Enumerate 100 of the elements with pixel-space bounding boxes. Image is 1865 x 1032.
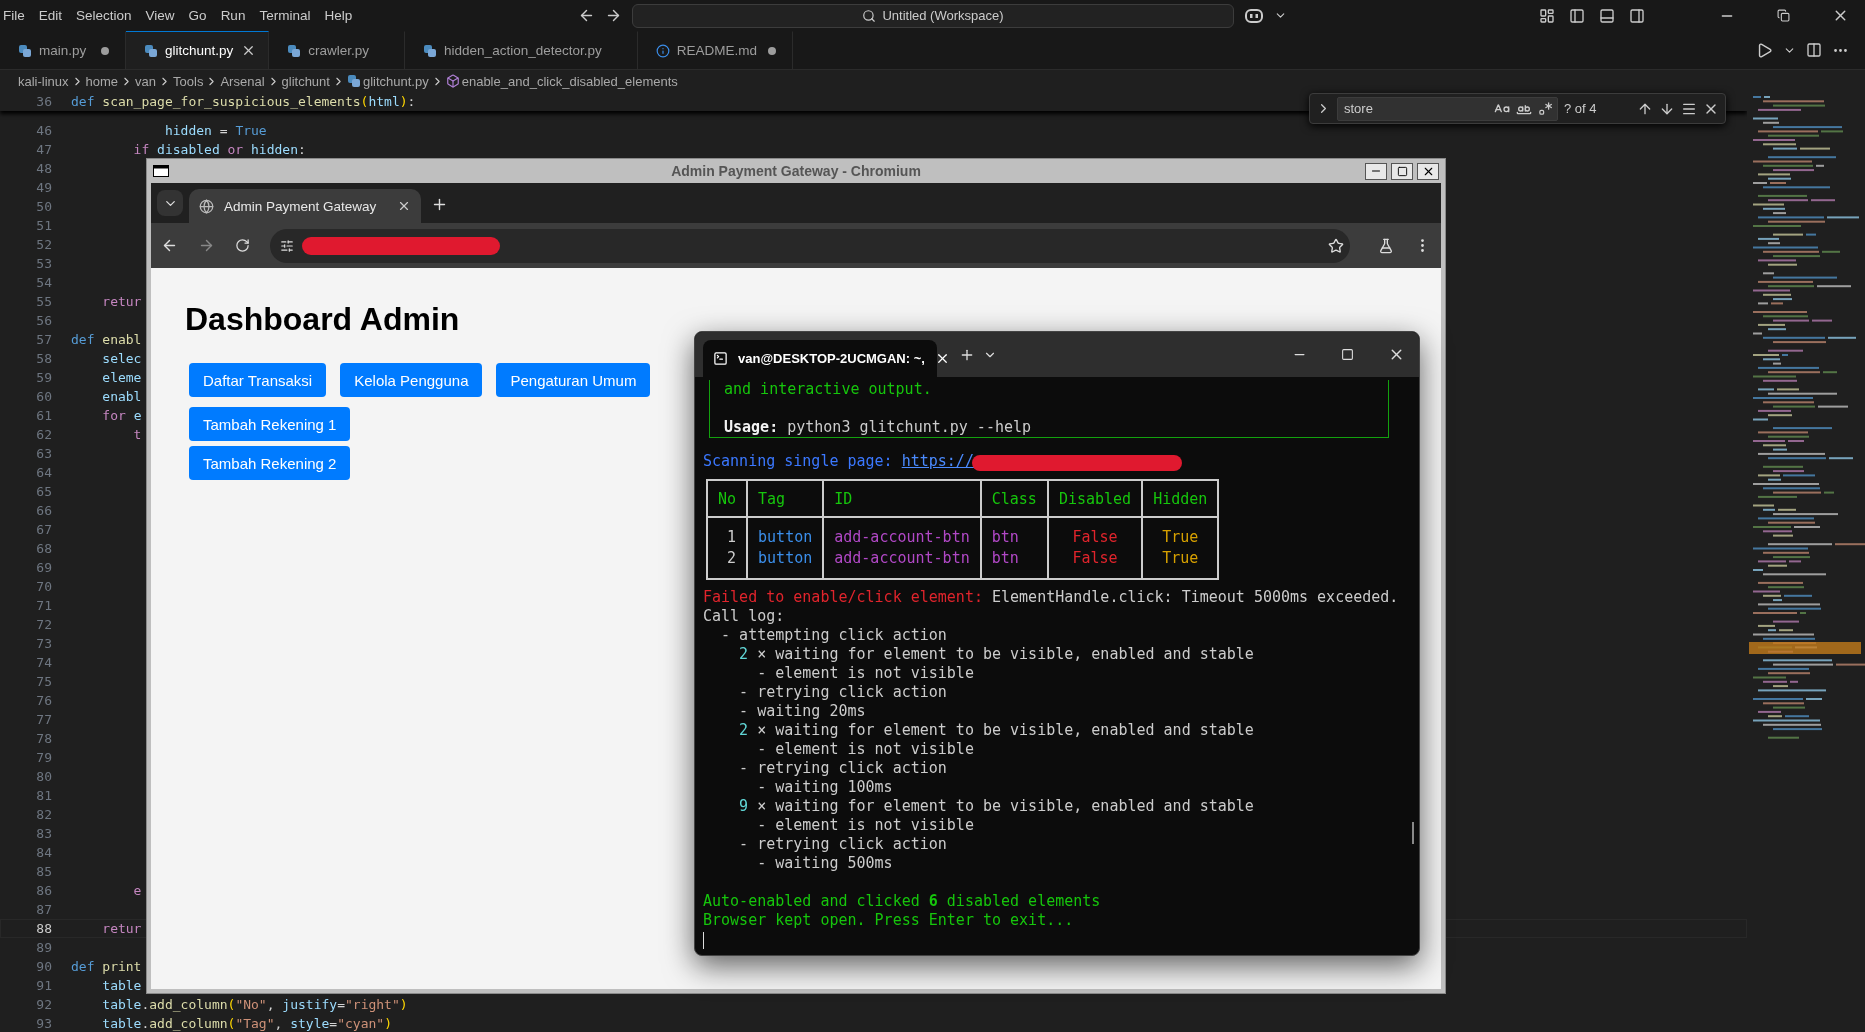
table-cell: True — [1142, 517, 1219, 548]
line-number: 48 — [35, 161, 52, 176]
forward-arrow-icon[interactable] — [605, 7, 622, 24]
line-number: 51 — [35, 218, 52, 233]
menu-item[interactable]: View — [138, 8, 182, 23]
line-number: 52 — [35, 237, 52, 252]
line-number: 70 — [35, 579, 52, 594]
line-number: 47 — [35, 142, 52, 157]
table-cell: True — [1142, 548, 1219, 579]
line-number: 67 — [35, 522, 52, 537]
breadcrumb[interactable]: Tools — [173, 73, 204, 89]
page-button[interactable]: Tambah Rekening 1 — [189, 407, 351, 441]
line-number: 49 — [35, 180, 52, 195]
table-cell: button — [747, 517, 824, 548]
breadcrumb[interactable]: kali-linux — [18, 73, 69, 89]
line-number: 91 — [35, 978, 52, 993]
restore-icon[interactable] — [1777, 9, 1790, 22]
terminal-text: 2 — [738, 721, 749, 740]
command-center-field[interactable]: Untitled (Workspace) — [632, 3, 1234, 28]
line-number: 87 — [35, 902, 52, 917]
table-cell: btn — [980, 548, 1048, 579]
back-arrow-icon[interactable] — [578, 7, 595, 24]
terminal-text: - retrying click action — [738, 683, 947, 702]
flask-icon[interactable] — [1378, 237, 1394, 254]
breadcrumb[interactable]: home — [85, 73, 119, 89]
star-icon[interactable] — [1328, 237, 1344, 254]
page-button[interactable]: Tambah Rekening 2 — [189, 446, 351, 480]
minimize-button[interactable] — [1365, 162, 1387, 180]
copilot-icon[interactable] — [1244, 7, 1264, 24]
code-text: table — [101, 978, 142, 993]
code-text: table.add_column("No", justify="right") — [101, 997, 408, 1012]
page-button[interactable]: Kelola Pengguna — [340, 363, 483, 397]
code-text: hidden = True — [163, 123, 267, 138]
tab-search-button[interactable] — [157, 190, 183, 216]
link[interactable]: https:// — [901, 452, 974, 471]
menu-item[interactable]: Edit — [31, 8, 70, 23]
tab-label: README.md — [676, 43, 757, 58]
line-number: 65 — [35, 484, 52, 499]
breadcrumb[interactable]: van — [135, 73, 157, 89]
find-field[interactable]: store — [1337, 96, 1558, 121]
menu-item[interactable]: File — [0, 8, 32, 23]
tab-label: glitchunt.py — [165, 43, 234, 58]
split-editor-icon[interactable] — [1806, 42, 1822, 58]
python-file-icon — [287, 43, 302, 58]
terminal-text: 9 — [738, 797, 749, 816]
tab-label: crawler.py — [308, 43, 370, 58]
terminal-text: Auto-enabled and clicked — [703, 892, 921, 911]
menu-item[interactable]: Run — [213, 8, 253, 23]
menu-item[interactable]: Selection — [69, 8, 139, 23]
terminal-text: - element is not visible — [756, 664, 974, 683]
terminal-text: - element is not visible — [756, 816, 974, 835]
table-cell: False — [1047, 548, 1143, 579]
line-number: 55 — [35, 294, 52, 309]
close-button[interactable] — [1417, 162, 1439, 180]
regex-icon[interactable] — [1537, 101, 1553, 116]
tab-label: hidden_action_detector.py — [444, 43, 602, 58]
python-file-icon — [346, 74, 361, 88]
page-heading: Dashboard Admin — [185, 301, 461, 338]
panel-left-icon[interactable] — [1569, 7, 1585, 24]
line-number: 85 — [35, 864, 52, 879]
run-icon[interactable] — [1756, 41, 1773, 59]
python-file-icon — [144, 43, 158, 58]
table-cell: 2 — [707, 548, 748, 579]
line-number: 81 — [35, 788, 52, 803]
column-header: No — [707, 480, 748, 517]
breadcrumb[interactable]: Arsenal — [220, 73, 265, 89]
menu-item[interactable]: Help — [317, 8, 360, 23]
browser-tab[interactable]: Admin Payment Gateway — [189, 189, 421, 223]
tab-title: Admin Payment Gateway — [224, 198, 378, 214]
page-button[interactable]: Pengaturan Umum — [496, 363, 651, 397]
new-tab-icon[interactable] — [431, 196, 448, 213]
layout-icon[interactable] — [1539, 7, 1555, 24]
menu-item[interactable]: Terminal — [252, 8, 318, 23]
line-number: 66 — [35, 503, 52, 518]
site-info-icon[interactable] — [280, 238, 294, 253]
panel-bottom-icon[interactable] — [1599, 7, 1615, 24]
editor-tab[interactable]: glitchunt.py — [126, 31, 270, 69]
breadcrumb[interactable]: enable_and_click_disabled_elements — [461, 73, 678, 89]
reload-icon[interactable] — [235, 238, 250, 253]
code-text: def enabl — [70, 332, 142, 347]
page-button[interactable]: Daftar Transaksi — [189, 363, 327, 397]
menu-item[interactable]: Go — [181, 8, 214, 23]
code-text: retur — [101, 294, 142, 309]
line-number: 53 — [35, 256, 52, 271]
terminal-text: ElementHandle.click: Timeout 5000ms exceeded. — [992, 588, 1399, 607]
column-header: Disabled — [1047, 480, 1143, 517]
breadcrumb[interactable]: glitchunt.py — [362, 73, 429, 89]
line-number: 74 — [35, 655, 52, 670]
panel-right-icon[interactable] — [1629, 7, 1645, 24]
code-text: e — [132, 883, 142, 898]
line-number: 62 — [35, 427, 52, 442]
window-icon — [153, 165, 169, 177]
close-icon[interactable] — [397, 199, 411, 213]
breadcrumb[interactable]: glitchunt — [281, 73, 330, 89]
code-text: def scan_page_for_suspicious_elements(html): — [70, 94, 416, 109]
maximize-icon[interactable] — [1341, 346, 1354, 363]
code-text: table.add_column("Tag", style="cyan") — [101, 1016, 392, 1031]
line-number: 59 — [35, 370, 52, 385]
terminal-text: disabled elements — [945, 892, 1101, 911]
maximize-button[interactable] — [1391, 162, 1413, 180]
